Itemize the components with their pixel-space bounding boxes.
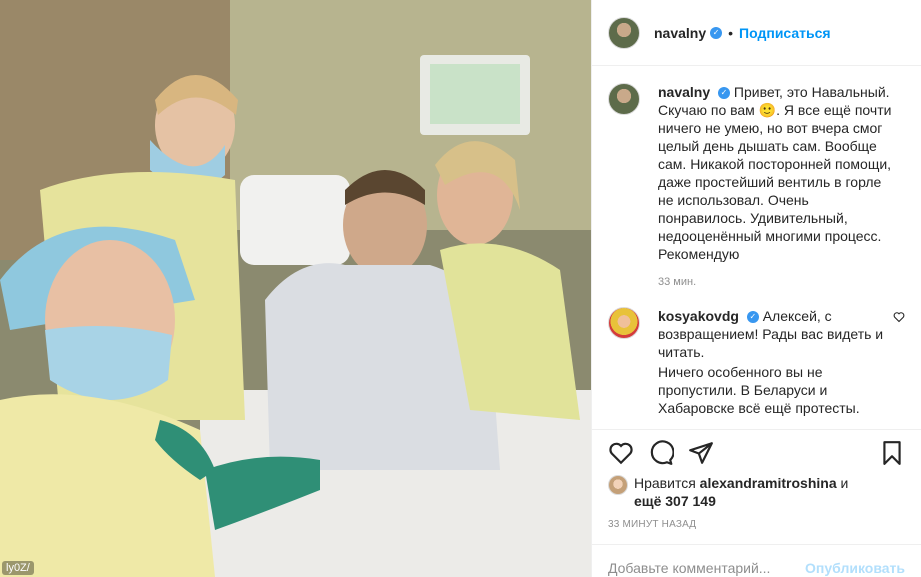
add-comment-bar: Опубликовать <box>592 544 921 577</box>
likes-prefix: Нравится <box>634 475 696 491</box>
likes-count[interactable]: ещё 307 149 <box>634 493 716 509</box>
commenter-avatar[interactable] <box>608 307 640 339</box>
comment-input[interactable] <box>608 560 806 576</box>
commenter-verified-icon: ✓ <box>746 311 759 324</box>
verified-badge-icon: ✓ <box>710 26 723 39</box>
liker-username[interactable]: alexandramitroshina <box>700 475 837 491</box>
caption-avatar[interactable] <box>608 83 640 115</box>
caption-text: Привет, это Навальный. Скучаю по вам 🙂. … <box>658 84 892 262</box>
comment-body: kosyakovdg ✓ Алексей, с возвращением! Ра… <box>658 307 898 417</box>
comments-list[interactable]: navalny ✓ Привет, это Навальный. Скучаю … <box>592 67 921 429</box>
liker-avatar[interactable] <box>608 475 628 495</box>
publish-button[interactable]: Опубликовать <box>805 560 905 576</box>
caption-username[interactable]: navalny <box>658 84 710 100</box>
header-separator: • <box>728 24 734 41</box>
likes-and: и <box>840 475 849 491</box>
post-header: navalny ✓ • Подписаться <box>592 0 921 66</box>
commenter-username[interactable]: kosyakovdg <box>658 308 739 324</box>
caption-verified-icon: ✓ <box>718 87 731 100</box>
comment-item: kosyakovdg ✓ Алексей, с возвращением! Ра… <box>608 307 905 417</box>
likes-text: Нравится alexandramitroshina и ещё 307 1… <box>634 474 848 510</box>
post-photo[interactable]: ly0Z/ <box>0 0 591 577</box>
photo-watermark: ly0Z/ <box>2 561 34 575</box>
caption-body: navalny ✓ Привет, это Навальный. Скучаю … <box>658 83 898 291</box>
author-avatar[interactable] <box>608 16 640 49</box>
follow-button[interactable]: Подписаться <box>739 25 831 41</box>
share-icon[interactable] <box>688 440 714 466</box>
photo-scene <box>0 0 591 577</box>
comment-like-icon[interactable] <box>893 311 905 326</box>
heart-icon[interactable] <box>608 440 634 466</box>
author-username[interactable]: navalny <box>654 25 706 41</box>
comment-text-2: Ничего особенного вы не пропустили. В Бе… <box>658 364 860 416</box>
caption-time[interactable]: 33 мин. <box>658 273 898 291</box>
likes-summary: Нравится alexandramitroshina и ещё 307 1… <box>608 474 908 510</box>
comment-icon[interactable] <box>648 440 674 466</box>
post-timestamp[interactable]: 33 минут назад <box>608 519 696 530</box>
bookmark-icon[interactable] <box>879 440 905 466</box>
post-side-panel: navalny ✓ • Подписаться navalny ✓ Привет… <box>591 0 921 577</box>
caption: navalny ✓ Привет, это Навальный. Скучаю … <box>608 83 905 291</box>
